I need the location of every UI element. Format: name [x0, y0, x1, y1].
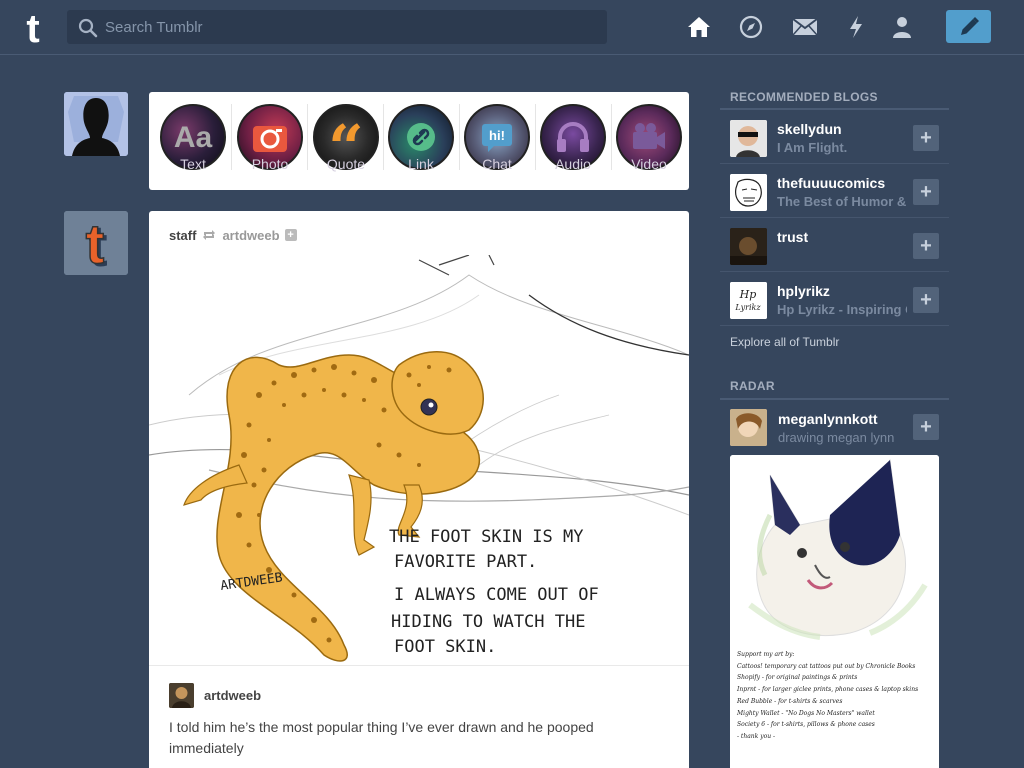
recommended-blogs-title: RECOMMENDED BLOGS	[730, 90, 878, 104]
tumblr-logo-icon[interactable]: t	[17, 7, 49, 51]
follow-source-button[interactable]: +	[284, 229, 297, 241]
art-text-line: FOOT SKIN.	[394, 637, 496, 657]
compose-button[interactable]	[946, 10, 991, 43]
activity-lightning-icon[interactable]	[843, 14, 869, 40]
recommended-blog-row[interactable]: skellydun I Am Flight. +	[720, 110, 949, 164]
post-type-bar: Aa Text Photo “ Quote Link hi! Chat Audi…	[149, 92, 689, 190]
post-caption: I told him he’s the most popular thing I…	[169, 719, 594, 756]
art-text-line: I ALWAYS COME OUT OF	[394, 585, 599, 605]
blog-avatar[interactable]	[730, 174, 767, 211]
blog-avatar[interactable]: Hp Lyrikz	[730, 282, 767, 319]
staff-avatar[interactable]: t t	[64, 211, 128, 275]
radar-text-line: Society 6 - for t-shirts, pillows & phon…	[737, 721, 875, 729]
recommended-blog-row[interactable]: thefuuuucomics The Best of Humor & Mor +	[720, 164, 949, 218]
svg-text:Hp: Hp	[739, 288, 757, 301]
svg-text:t: t	[26, 8, 39, 48]
caption-header: artdweeb	[169, 683, 261, 708]
pencil-icon	[960, 16, 979, 35]
post-illustration[interactable]: ARTDWEEB THE FOOT SKIN IS MY FAVORITE PA…	[149, 255, 689, 665]
search-box[interactable]	[67, 10, 607, 44]
svg-text:hi!: hi!	[489, 128, 505, 143]
radar-post-text: Support my art by: Cattoos! temporary ca…	[737, 649, 933, 743]
recommended-blog-row[interactable]: Hp Lyrikz hplyrikz Hp Lyrikz - Inspiring …	[720, 272, 949, 326]
radar-text-line: Shopify - for original paintings & print…	[737, 674, 858, 682]
radar-text-line: Mighty Wallet - "No Dogs No Masters" wal…	[737, 709, 875, 717]
blog-avatar[interactable]	[730, 120, 767, 157]
follow-blog-button[interactable]: +	[913, 233, 939, 259]
post-author-link[interactable]: staff	[169, 228, 196, 243]
art-text-line: HIDING TO WATCH THE	[391, 612, 585, 632]
post-type-audio[interactable]: Audio	[540, 104, 606, 174]
account-person-icon[interactable]	[889, 14, 915, 40]
caption-author-avatar[interactable]	[169, 683, 194, 708]
blog-avatar[interactable]	[730, 228, 767, 265]
art-text-line: THE FOOT SKIN IS MY	[389, 527, 583, 547]
radar-blog-avatar[interactable]	[730, 409, 767, 446]
post-type-text[interactable]: Aa Text	[160, 104, 226, 174]
radar-text-line: - thank you -	[737, 732, 775, 740]
radar-text-line: Cattoos! temporary cat tattoos put out b…	[737, 662, 916, 670]
post-type-link[interactable]: Link	[388, 104, 454, 174]
caption-author-link[interactable]: artdweeb	[204, 688, 261, 703]
reblog-icon	[203, 230, 216, 240]
messages-envelope-icon[interactable]	[792, 14, 818, 40]
blog-description: Hp Lyrikz - Inspiring Q	[777, 302, 907, 317]
divider	[459, 104, 460, 170]
search-icon	[78, 18, 98, 38]
explore-tumblr-link[interactable]: Explore all of Tumblr	[730, 335, 839, 349]
radar-blog-name[interactable]: meganlynnkott	[778, 411, 878, 427]
recommended-blog-row[interactable]: trust +	[720, 218, 949, 272]
blog-description: The Best of Humor & Mor	[777, 194, 907, 209]
blog-description: I Am Flight.	[777, 140, 848, 155]
svg-text:Lyrikz: Lyrikz	[734, 303, 761, 312]
my-avatar[interactable]	[64, 92, 128, 156]
blog-name[interactable]: thefuuuucomics	[777, 175, 885, 191]
post-type-video[interactable]: Video	[616, 104, 682, 174]
explore-compass-icon[interactable]	[738, 14, 764, 40]
follow-blog-button[interactable]: +	[913, 287, 939, 313]
blog-name[interactable]: skellydun	[777, 121, 842, 137]
divider	[383, 104, 384, 170]
divider	[149, 665, 689, 666]
post-type-quote[interactable]: “ Quote	[313, 104, 379, 174]
post-card: staff artdweeb + ARTDWEEB THE FOOT SKIN …	[149, 211, 689, 768]
follow-blog-button[interactable]: +	[913, 179, 939, 205]
divider	[535, 104, 536, 170]
follow-blog-button[interactable]: +	[913, 125, 939, 151]
divider	[231, 104, 232, 170]
art-text-line: FAVORITE PART.	[394, 552, 537, 572]
radar-text-line: Red Bubble - for t-shirts & scarves	[737, 697, 843, 705]
divider	[611, 104, 612, 170]
radar-blog-description: drawing megan lynn	[778, 430, 895, 445]
post-type-chat[interactable]: hi! Chat	[464, 104, 530, 174]
top-header: t	[0, 0, 1024, 55]
cat-illustration	[730, 455, 939, 645]
divider	[720, 398, 949, 400]
post-type-photo[interactable]: Photo	[237, 104, 303, 174]
radar-text-line: Support my art by:	[737, 651, 795, 658]
home-icon[interactable]	[686, 14, 712, 40]
follow-radar-blog-button[interactable]: +	[913, 414, 939, 440]
blog-name[interactable]: trust	[777, 229, 808, 245]
reblog-source-link[interactable]: artdweeb	[222, 228, 279, 243]
radar-post-card[interactable]: Support my art by: Cattoos! temporary ca…	[730, 455, 939, 768]
svg-text:t: t	[86, 212, 105, 275]
post-header: staff artdweeb +	[169, 227, 297, 243]
search-input[interactable]	[105, 10, 595, 44]
radar-text-line: Inprnt - for larger giclee prints, phone…	[737, 686, 919, 694]
divider	[307, 104, 308, 170]
radar-title: RADAR	[730, 379, 775, 393]
blog-name[interactable]: hplyrikz	[777, 283, 830, 299]
